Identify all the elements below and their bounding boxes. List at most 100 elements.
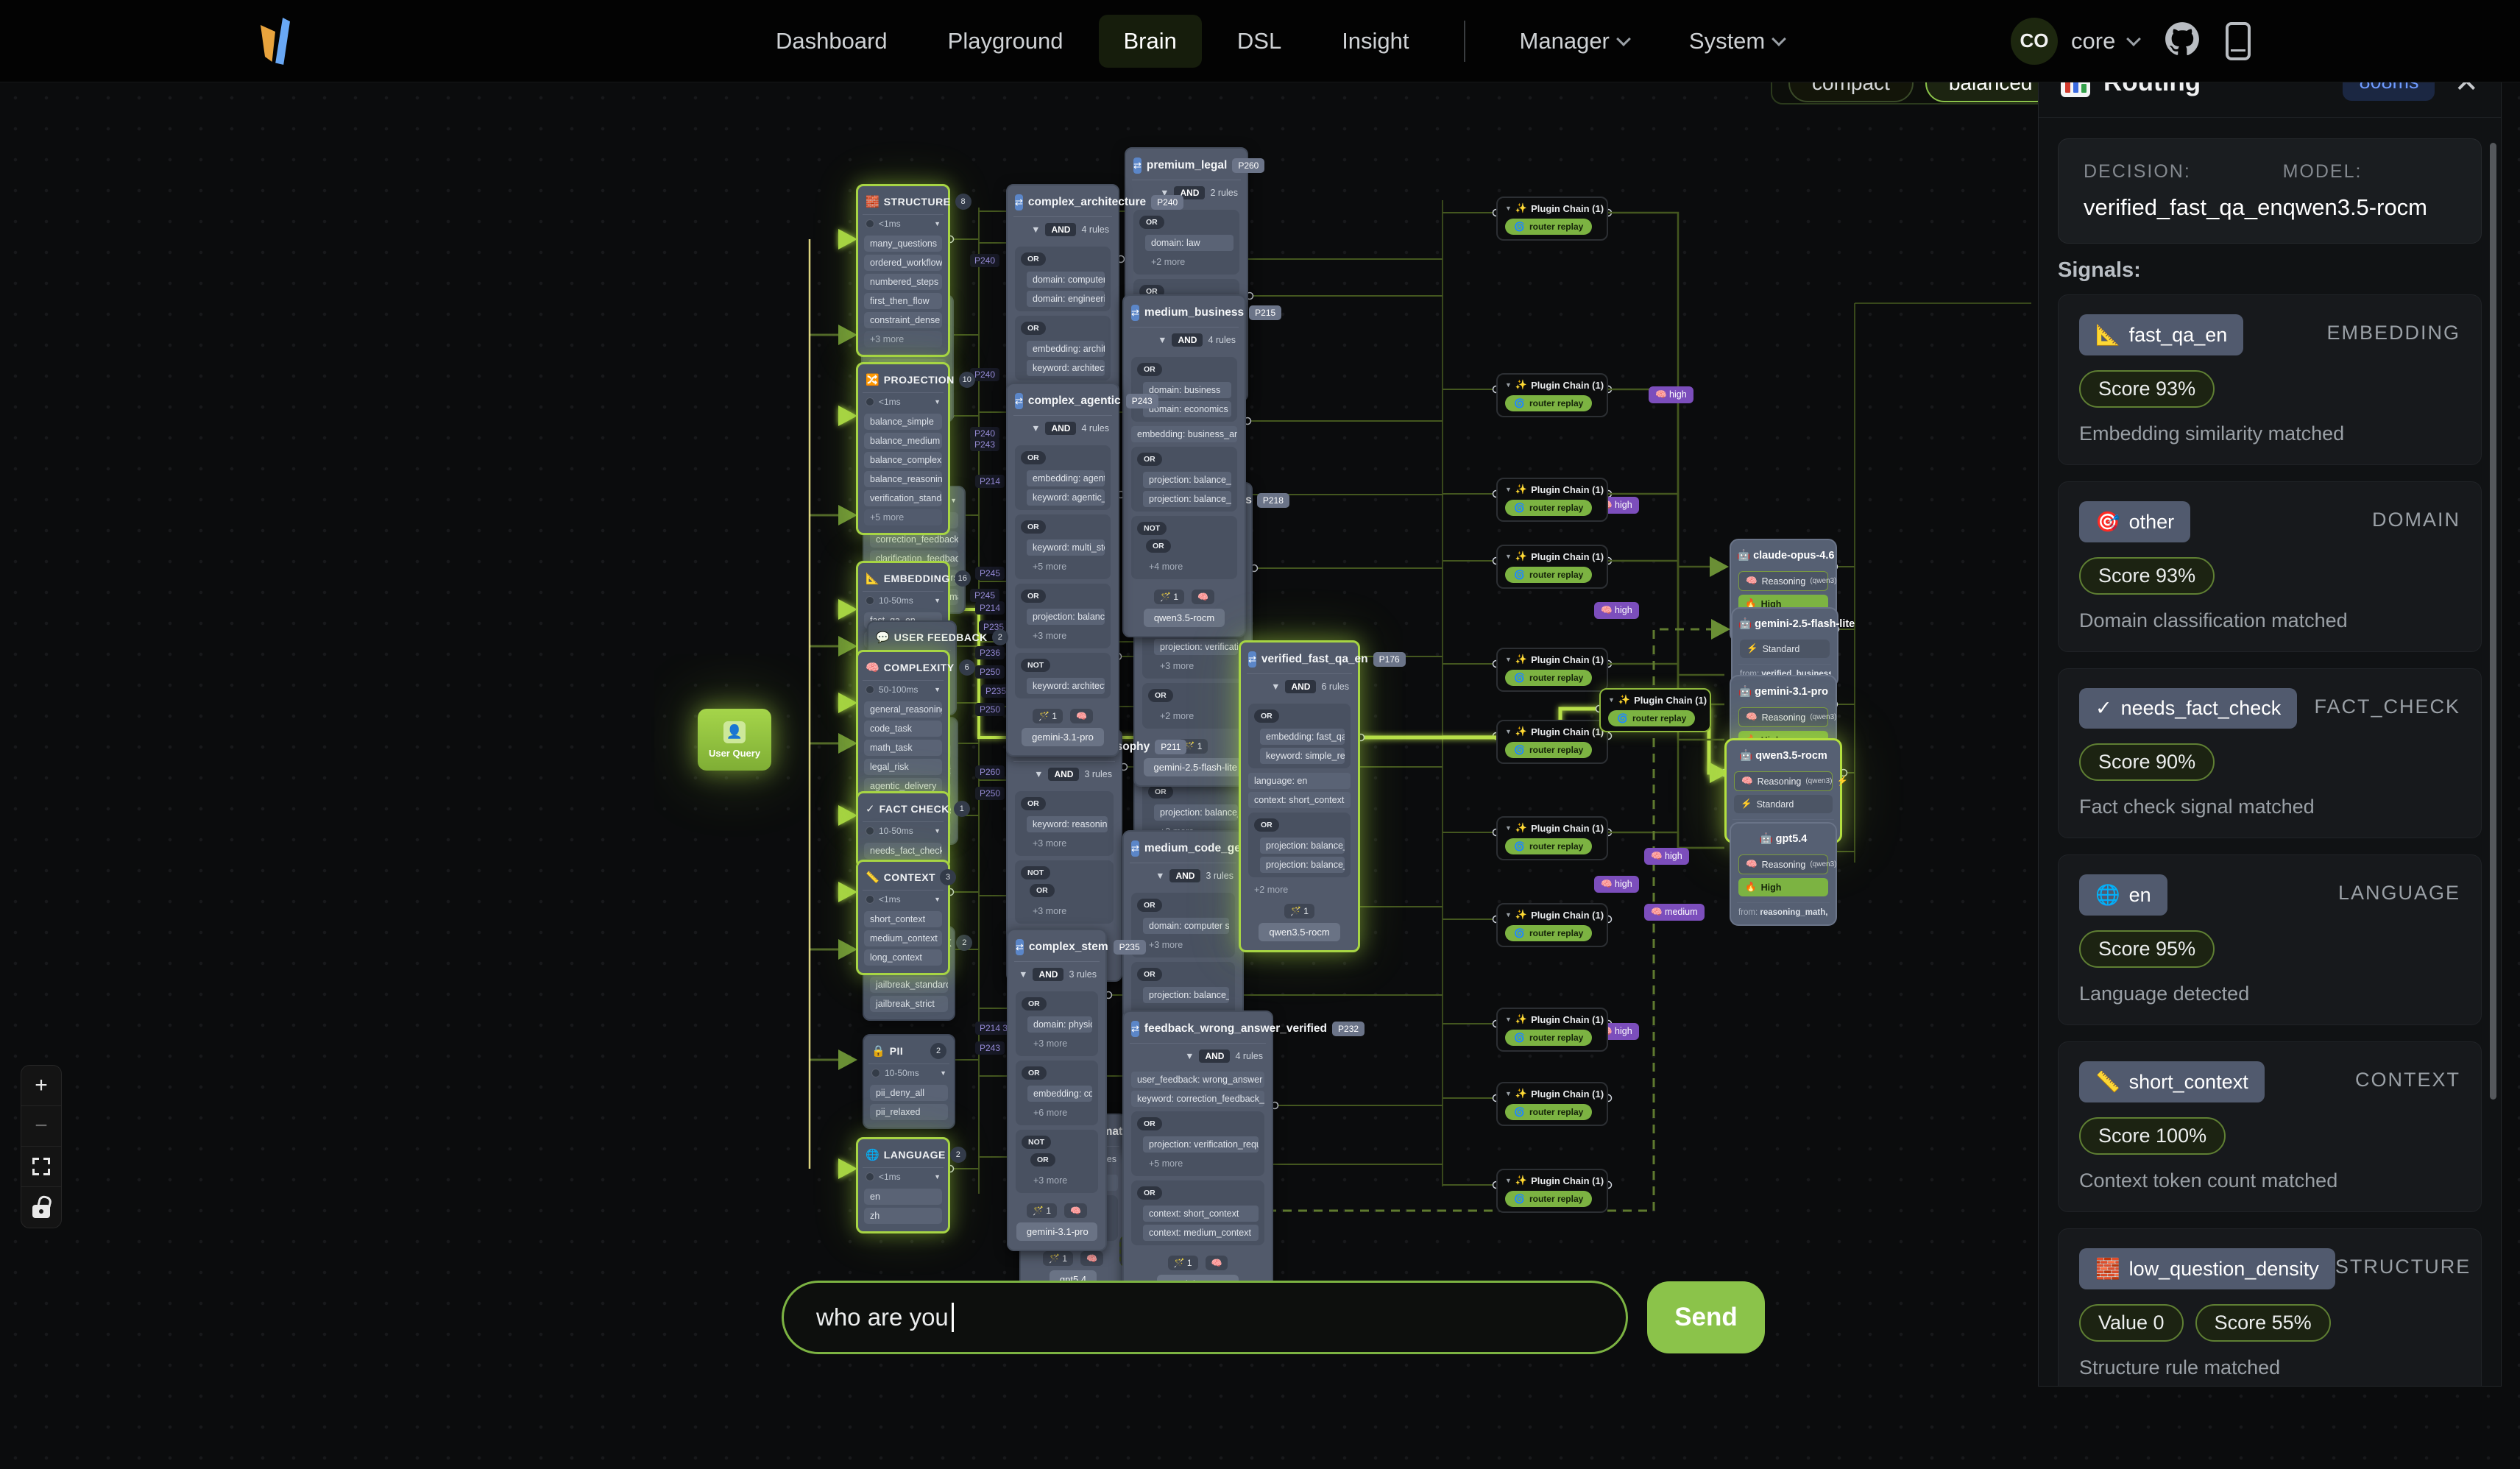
model-pill-standard: ⚡Standard — [1740, 640, 1830, 658]
signal-item[interactable]: balance_reasoning — [864, 471, 942, 487]
plugin-chain-node[interactable]: ▼✨Plugin Chain (1)🌀router replay — [1496, 903, 1608, 947]
latency-row[interactable]: 10-50ms▼ — [863, 822, 944, 840]
policy-node-medium_business[interactable]: ⇄medium_businessP215▼AND4 rulesORdomain:… — [1122, 294, 1246, 637]
plugin-chain-node[interactable]: ▼✨Plugin Chain (1)🌀router replay — [1496, 1008, 1608, 1052]
rules-row[interactable]: ▼AND3 rules — [1013, 762, 1115, 787]
plugin-chain-title: ▼✨Plugin Chain (1) — [1505, 1088, 1599, 1100]
rules-row[interactable]: ▼AND2 rules — [1132, 180, 1241, 205]
signal-item[interactable]: short_context — [864, 911, 942, 927]
signal-item[interactable]: general_reasoning — [864, 701, 942, 718]
nav-item-playground[interactable]: Playground — [923, 15, 1089, 68]
signal-count-badge: 2 — [930, 1043, 946, 1059]
send-button[interactable]: Send — [1647, 1281, 1765, 1353]
signal-item[interactable]: medium_context — [864, 930, 942, 946]
signal-item[interactable]: first_then_flow — [864, 293, 942, 309]
signal-node-pii[interactable]: 🔒PII210-50ms▼pii_deny_allpii_relaxed — [863, 1034, 955, 1129]
latency-row[interactable]: <1ms▼ — [863, 393, 944, 411]
nav-item-dashboard[interactable]: Dashboard — [751, 15, 913, 68]
plugin-chain-node[interactable]: ▼✨Plugin Chain (1)🌀router replay — [1496, 197, 1608, 241]
signal-node-title: CONTEXT — [884, 871, 935, 883]
rules-row[interactable]: ▼AND4 rules — [1130, 328, 1239, 353]
rules-row[interactable]: ▼AND4 rules — [1013, 416, 1112, 441]
latency-row[interactable]: <1ms▼ — [863, 1168, 944, 1186]
app-logo-icon[interactable] — [259, 18, 294, 65]
rules-count: 4 rules — [1081, 224, 1109, 235]
latency-row[interactable]: 10-50ms▼ — [868, 1064, 949, 1082]
signal-item[interactable]: long_context — [864, 949, 942, 966]
signal-item[interactable]: balance_simple — [864, 414, 942, 430]
signal-node-structure[interactable]: 🧱STRUCTURE8<1ms▼many_questionsordered_wo… — [856, 184, 950, 357]
signal-item[interactable]: many_questions — [864, 236, 942, 252]
signal-item[interactable]: legal_risk — [864, 759, 942, 775]
signal-node-context[interactable]: 📏CONTEXT3<1ms▼short_contextmedium_contex… — [856, 860, 950, 975]
nav-dropdown-system[interactable]: System — [1664, 15, 1809, 68]
plugin-chain-node[interactable]: ▼✨Plugin Chain (1)🌀router replay — [1496, 478, 1608, 522]
signal-item[interactable]: zh — [864, 1208, 942, 1224]
collapse-icon: ▼ — [1155, 871, 1164, 881]
plugin-chain-node[interactable]: ▼✨Plugin Chain (1)🌀router replay — [1496, 648, 1608, 692]
plugin-chain-node[interactable]: ▼✨Plugin Chain (1)🌀router replay — [1496, 816, 1608, 860]
plugin-chain-node[interactable]: ▼✨Plugin Chain (1)🌀router replay — [1599, 688, 1711, 732]
panel-scrollbar[interactable] — [2490, 143, 2496, 1100]
signal-item[interactable]: code_task — [864, 721, 942, 737]
signal-item[interactable]: balance_complex — [864, 452, 942, 468]
fit-view-button[interactable] — [21, 1147, 61, 1187]
signal-item[interactable]: needs_fact_check — [864, 843, 942, 859]
shuffle-icon: ⇄ — [1133, 157, 1142, 174]
plugin-chain-node[interactable]: ▼✨Plugin Chain (1)🌀router replay — [1496, 545, 1608, 589]
plugin-chain-node[interactable]: ▼✨Plugin Chain (1)🌀router replay — [1496, 1082, 1608, 1126]
rules-row[interactable]: ▼AND6 rules — [1247, 674, 1352, 699]
signal-node-language[interactable]: 🌐LANGUAGE2<1ms▼enzh — [856, 1137, 950, 1233]
signal-item[interactable]: ordered_workflow — [864, 255, 942, 271]
latency-row[interactable]: 50-100ms▼ — [863, 681, 944, 698]
signal-item[interactable]: math_task — [864, 740, 942, 756]
signal-node-factcheck[interactable]: ✓FACT CHECK110-50ms▼needs_fact_check — [856, 791, 950, 868]
rules-row[interactable]: ▼AND3 rules — [1014, 962, 1100, 987]
github-icon[interactable] — [2164, 21, 2201, 61]
user-query-node[interactable]: 👤 User Query — [698, 709, 771, 771]
signal-card: 🧱low_question_densitySTRUCTUREValue 0Sco… — [2058, 1228, 2482, 1387]
signal-item[interactable]: balance_medium — [864, 433, 942, 449]
policy-node-verified_fast_qa_en[interactable]: ⇄verified_fast_qa_enP176▼AND6 rulesORemb… — [1239, 640, 1360, 952]
signal-item[interactable]: verification_standard — [864, 490, 942, 506]
nav-dropdown-manager[interactable]: Manager — [1495, 15, 1654, 68]
avatar[interactable]: CO — [2011, 18, 2058, 65]
signal-node-projection[interactable]: 🔀PROJECTION10<1ms▼balance_simplebalance_… — [856, 362, 950, 535]
signal-more-item[interactable]: +5 more — [864, 509, 942, 525]
model-node-gpt[interactable]: 🤖 gpt5.4🧠Reasoning(qwen3)🔥Highfrom: reas… — [1730, 822, 1837, 926]
nav-item-dsl[interactable]: DSL — [1212, 15, 1306, 68]
policy-node-complex_stem[interactable]: ⇄complex_stemP235▼AND3 rulesORdomain: ph… — [1007, 929, 1107, 1251]
rules-row[interactable]: ▼AND4 rules — [1130, 1044, 1266, 1069]
rules-row[interactable]: ▼AND4 rules — [1013, 217, 1112, 242]
latency-row[interactable]: 10-50ms▼ — [863, 592, 944, 609]
plugin-chain-label: Plugin Chain (1) — [1531, 551, 1604, 562]
signal-item[interactable]: numbered_steps — [864, 274, 942, 290]
plugin-chain-node[interactable]: ▼✨Plugin Chain (1)🌀router replay — [1496, 1169, 1608, 1213]
plugin-chain-node[interactable]: ▼✨Plugin Chain (1)🌀router replay — [1496, 373, 1608, 417]
signal-count-badge: 2 — [956, 935, 972, 951]
policy-node-feedback_wrong_answer_verified[interactable]: ⇄feedback_wrong_answer_verifiedP232▼AND4… — [1122, 1010, 1273, 1303]
policy-node-complex_agentic[interactable]: ⇄complex_agenticP243▼AND4 rulesORembeddi… — [1006, 383, 1119, 757]
latency-row[interactable]: <1ms▼ — [863, 215, 944, 233]
query-input[interactable]: who are you — [782, 1281, 1628, 1354]
account-menu[interactable]: CO core — [2011, 18, 2139, 65]
mobile-device-icon[interactable] — [2226, 22, 2251, 60]
signal-node-title: PROJECTION — [884, 374, 955, 386]
signal-item[interactable]: pii_deny_all — [870, 1085, 948, 1101]
lock-button[interactable] — [21, 1187, 61, 1228]
signal-item[interactable]: en — [864, 1189, 942, 1205]
nav-item-brain[interactable]: Brain — [1099, 15, 1202, 68]
zoom-out-button[interactable]: − — [21, 1106, 61, 1147]
signal-more-item[interactable]: +3 more — [864, 331, 942, 347]
signal-item[interactable]: jailbreak_strict — [870, 996, 948, 1012]
router-replay-pill: 🌀router replay — [1505, 1030, 1592, 1046]
policy-node-header: ⇄medium_businessP215 — [1130, 302, 1239, 328]
zoom-in-button[interactable]: + — [21, 1066, 61, 1106]
signal-item[interactable]: jailbreak_standard — [870, 977, 948, 993]
nav-item-insight[interactable]: Insight — [1317, 15, 1434, 68]
signal-item[interactable]: pii_relaxed — [870, 1104, 948, 1120]
plugin-chain-node[interactable]: ▼✨Plugin Chain (1)🌀router replay — [1496, 720, 1608, 764]
rules-row[interactable]: ▼AND3 rules — [1130, 863, 1236, 888]
signal-item[interactable]: constraint_dense — [864, 312, 942, 328]
latency-row[interactable]: <1ms▼ — [863, 891, 944, 908]
